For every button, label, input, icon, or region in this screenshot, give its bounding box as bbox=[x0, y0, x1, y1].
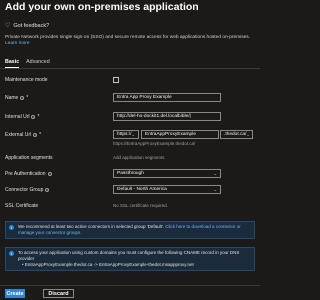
cname-record-text: EntraAppProxyExample.thedot.ca -> EntraA… bbox=[24, 262, 194, 267]
tab-basic[interactable]: Basic bbox=[5, 59, 20, 68]
chevron-down-icon: ⌄ bbox=[246, 131, 250, 137]
connector-group-select[interactable]: Default - North America ⌄ bbox=[113, 185, 221, 194]
learn-more-link[interactable]: Learn more bbox=[5, 41, 30, 46]
ssl-certificate-label: SSL Certificate bbox=[5, 203, 38, 209]
chevron-down-icon: ⌄ bbox=[131, 131, 135, 137]
tab-divider bbox=[0, 68, 260, 69]
maintenance-mode-checkbox[interactable] bbox=[113, 77, 119, 83]
connector-notice: i We recommend at least two active conne… bbox=[5, 221, 255, 239]
chevron-down-icon: ⌄ bbox=[213, 186, 217, 192]
cname-notice: i To access your application using custo… bbox=[5, 247, 255, 271]
connector-group-label: Connector Group i bbox=[5, 187, 50, 193]
external-url-domain-select[interactable]: .thedot.ca/ ⌄ bbox=[220, 130, 253, 139]
chevron-down-icon: ⌄ bbox=[213, 170, 217, 176]
info-icon[interactable]: i bbox=[20, 96, 25, 100]
external-url-label-text: External Url bbox=[5, 132, 32, 138]
pre-auth-label-text: Pre Authentication bbox=[5, 171, 46, 177]
heart-icon: ♡ bbox=[5, 23, 11, 29]
cname-record: • EntraAppProxyExample.thedot.ca -> Entr… bbox=[22, 262, 194, 267]
cname-notice-text: To access your application using custom … bbox=[18, 250, 240, 261]
name-input[interactable]: Entra App Proxy Example bbox=[113, 93, 221, 102]
info-circle-icon: i bbox=[9, 251, 14, 256]
info-icon[interactable]: i bbox=[31, 115, 36, 119]
connector-notice-text: We recommend at least two active connect… bbox=[18, 224, 164, 229]
feedback-label: Got feedback? bbox=[13, 22, 50, 29]
name-label: Name i * bbox=[5, 95, 28, 101]
info-icon[interactable]: i bbox=[47, 172, 52, 176]
internal-url-label-text: Internal Url bbox=[5, 114, 30, 120]
external-url-subdomain-input[interactable]: EntraAppProxyExample bbox=[141, 130, 219, 139]
pre-auth-value: Passthrough bbox=[117, 170, 144, 176]
scheme-value: https:// bbox=[117, 131, 132, 137]
connector-group-label-text: Connector Group bbox=[5, 187, 44, 193]
intro-description: Private Network provides single sign-on … bbox=[5, 35, 251, 40]
connector-group-value: Default - North America bbox=[117, 186, 167, 192]
pre-auth-select[interactable]: Passthrough ⌄ bbox=[113, 169, 221, 178]
feedback-link[interactable]: ♡ Got feedback? bbox=[5, 22, 50, 30]
domain-value: .thedot.ca/ bbox=[224, 131, 247, 137]
maintenance-mode-label: Maintenance mode bbox=[5, 77, 48, 83]
maintenance-mode-text: Maintenance mode bbox=[5, 77, 48, 83]
required-marker: * bbox=[37, 114, 40, 120]
app-segments-label: Application segments bbox=[5, 155, 53, 161]
add-app-segments-link[interactable]: Add application segments bbox=[113, 155, 165, 160]
required-marker: * bbox=[39, 132, 42, 138]
tab-advanced[interactable]: Advanced bbox=[26, 59, 50, 68]
external-url-label: External Url i * bbox=[5, 132, 41, 138]
ssl-certificate-label-text: SSL Certificate bbox=[5, 203, 39, 209]
intro-text: Private Network provides single sign-on … bbox=[5, 35, 255, 47]
footer-divider bbox=[0, 285, 260, 286]
required-marker: * bbox=[26, 95, 29, 101]
internal-url-label: Internal Url i * bbox=[5, 114, 39, 120]
discard-button[interactable]: Discard bbox=[43, 289, 74, 298]
info-icon[interactable]: i bbox=[45, 188, 50, 192]
pre-auth-label: Pre Authentication i bbox=[5, 171, 52, 177]
app-segments-label-text: Application segments bbox=[5, 155, 53, 161]
external-url-preview: https://EntraAppProxyExample.thedot.ca/ bbox=[113, 141, 196, 146]
page-title: Add your own on-premises application bbox=[5, 1, 199, 13]
tab-bar: Basic Advanced bbox=[5, 59, 50, 68]
external-url-scheme-select[interactable]: https:// ⌄ bbox=[113, 130, 139, 139]
create-button[interactable]: Create bbox=[5, 289, 25, 298]
ssl-certificate-value: No SSL certificate required. bbox=[113, 203, 168, 208]
info-circle-icon: i bbox=[9, 225, 14, 230]
internal-url-input[interactable]: http://del-ho-dockit1.del.localbible/| bbox=[113, 112, 221, 121]
info-icon[interactable]: i bbox=[33, 133, 38, 137]
name-label-text: Name bbox=[5, 95, 19, 101]
